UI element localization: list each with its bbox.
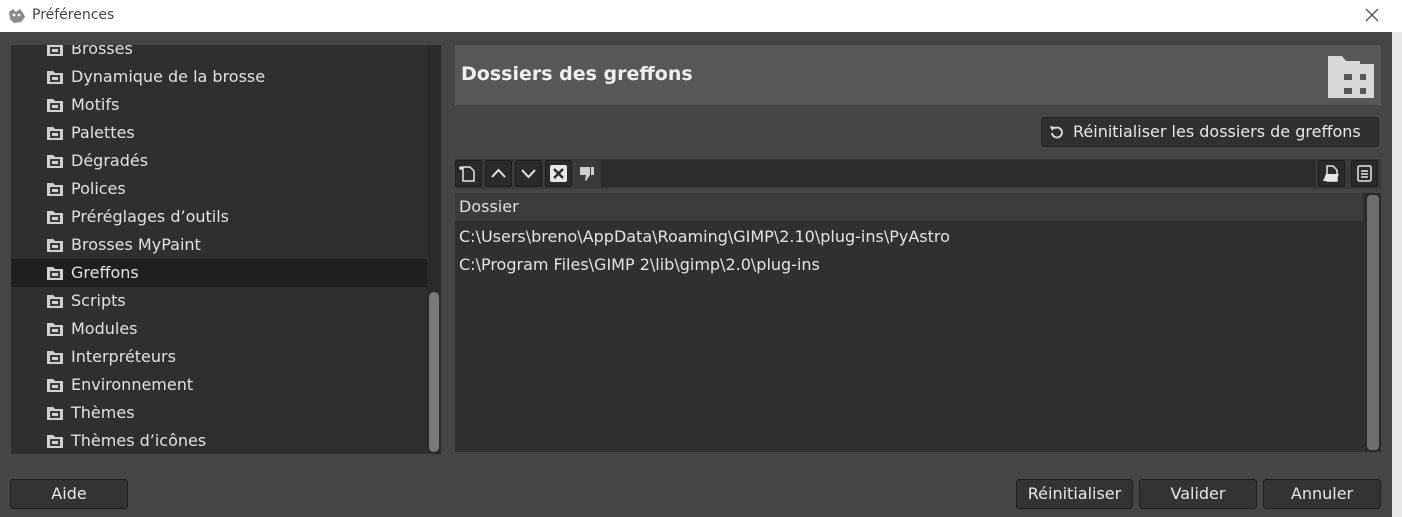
sidebar-item-label: Dynamique de la brosse xyxy=(71,67,266,86)
sidebar-scrollbar-thumb[interactable] xyxy=(429,292,439,452)
new-folder-button[interactable] xyxy=(455,160,482,187)
preferences-sidebar: Brosses Dynamique de la brosse Motifs Palet… xyxy=(11,45,427,454)
page-title: Dossiers des greffons xyxy=(461,63,693,85)
sidebar-item[interactable]: Dégradés xyxy=(11,147,427,175)
chevron-down-icon xyxy=(521,169,536,179)
interpreter-folder-icon xyxy=(47,351,63,364)
select-folder-button[interactable] xyxy=(1351,160,1378,187)
sidebar-item-label: Environnement xyxy=(71,375,194,394)
delete-folder-button[interactable] xyxy=(545,160,572,187)
tool-preset-folder-icon xyxy=(47,211,63,224)
icon-theme-folder-icon xyxy=(47,435,63,448)
sidebar-item[interactable]: Thèmes d’icônes xyxy=(11,427,427,454)
sidebar-item-label: Interpréteurs xyxy=(71,347,176,366)
browse-folder-button[interactable] xyxy=(1318,160,1345,187)
reset-plugin-folders-label: Réinitialiser les dossiers de greffons xyxy=(1073,122,1361,141)
environment-folder-icon xyxy=(47,379,63,392)
gimp-logo-icon xyxy=(9,9,25,23)
folder-toolbar xyxy=(455,159,1381,189)
module-folder-icon xyxy=(47,323,63,336)
sidebar-item-label: Brosses xyxy=(71,45,133,58)
mark-unwritable-button[interactable] xyxy=(573,160,600,187)
delete-icon xyxy=(550,165,567,182)
sidebar-item[interactable]: Greffons xyxy=(11,259,427,287)
sidebar-item-label: Scripts xyxy=(71,291,126,310)
sidebar-item[interactable]: Dynamique de la brosse xyxy=(11,63,427,91)
pattern-folder-icon xyxy=(47,99,63,112)
dynamics-folder-icon xyxy=(47,71,63,84)
sidebar-item[interactable]: Préréglages d’outils xyxy=(11,203,427,231)
window-edge xyxy=(1392,32,1402,517)
move-down-button[interactable] xyxy=(515,160,542,187)
plugin-folder-large-icon xyxy=(1328,56,1374,98)
open-document-icon xyxy=(1323,165,1339,182)
mypaint-folder-icon xyxy=(47,239,63,252)
plugin-folder-icon xyxy=(47,267,63,280)
sidebar-item-label: Thèmes d’icônes xyxy=(71,431,207,450)
move-up-button[interactable] xyxy=(485,160,512,187)
sidebar-item[interactable]: Palettes xyxy=(11,119,427,147)
column-header-folder[interactable]: Dossier xyxy=(455,193,1363,221)
brush-folder-icon xyxy=(47,45,63,56)
close-icon[interactable] xyxy=(1362,5,1382,25)
script-folder-icon xyxy=(47,295,63,308)
sidebar-item[interactable]: Thèmes xyxy=(11,399,427,427)
sidebar-item[interactable]: Environnement xyxy=(11,371,427,399)
chevron-up-icon xyxy=(491,168,506,178)
window-title: Préférences xyxy=(32,7,115,23)
reset-plugin-folders-button[interactable]: Réinitialiser les dossiers de greffons xyxy=(1041,117,1379,147)
cancel-button[interactable]: Annuler xyxy=(1263,479,1381,509)
sidebar-item-label: Dégradés xyxy=(71,151,149,170)
folder-list: Dossier C:\Users\breno\AppData\Roaming\G… xyxy=(455,193,1365,452)
sidebar-item-label: Préréglages d’outils xyxy=(71,207,230,226)
thumbs-down-icon xyxy=(580,167,594,181)
new-document-icon xyxy=(459,166,475,182)
sidebar-item[interactable]: Polices xyxy=(11,175,427,203)
folder-list-scrollbar-thumb[interactable] xyxy=(1367,195,1379,450)
sidebar-item-label: Greffons xyxy=(71,263,139,282)
sidebar-item-label: Motifs xyxy=(71,95,120,114)
sidebar-item[interactable]: Brosses xyxy=(11,45,427,63)
sidebar-item[interactable]: Modules xyxy=(11,315,427,343)
folder-path-entry[interactable] xyxy=(601,160,1316,187)
sidebar-item-label: Polices xyxy=(71,179,126,198)
gradient-folder-icon xyxy=(47,155,63,168)
sidebar-item-label: Modules xyxy=(71,319,138,338)
sidebar-item[interactable]: Scripts xyxy=(11,287,427,315)
sidebar-item[interactable]: Brosses MyPaint xyxy=(11,231,427,259)
sidebar-item-label: Palettes xyxy=(71,123,135,142)
ok-button[interactable]: Valider xyxy=(1139,479,1257,509)
folder-row[interactable]: C:\Program Files\GIMP 2\lib\gimp\2.0\plu… xyxy=(455,251,1363,279)
sidebar-item-label: Brosses MyPaint xyxy=(71,235,201,254)
help-button[interactable]: Aide xyxy=(10,479,128,509)
sidebar-item[interactable]: Motifs xyxy=(11,91,427,119)
title-bar: Préférences xyxy=(0,0,1402,32)
folder-row[interactable]: C:\Users\breno\AppData\Roaming\GIMP\2.10… xyxy=(455,223,1363,251)
sidebar-list: Brosses Dynamique de la brosse Motifs Palet… xyxy=(11,45,427,454)
font-folder-icon xyxy=(47,183,63,196)
theme-folder-icon xyxy=(47,407,63,420)
list-document-icon xyxy=(1357,165,1372,182)
sidebar-item[interactable]: Interpréteurs xyxy=(11,343,427,371)
reset-button[interactable]: Réinitialiser xyxy=(1016,479,1133,509)
reset-icon xyxy=(1050,126,1063,139)
sidebar-item-label: Thèmes xyxy=(71,403,135,422)
page-header: Dossiers des greffons xyxy=(455,45,1381,105)
palette-folder-icon xyxy=(47,127,63,140)
